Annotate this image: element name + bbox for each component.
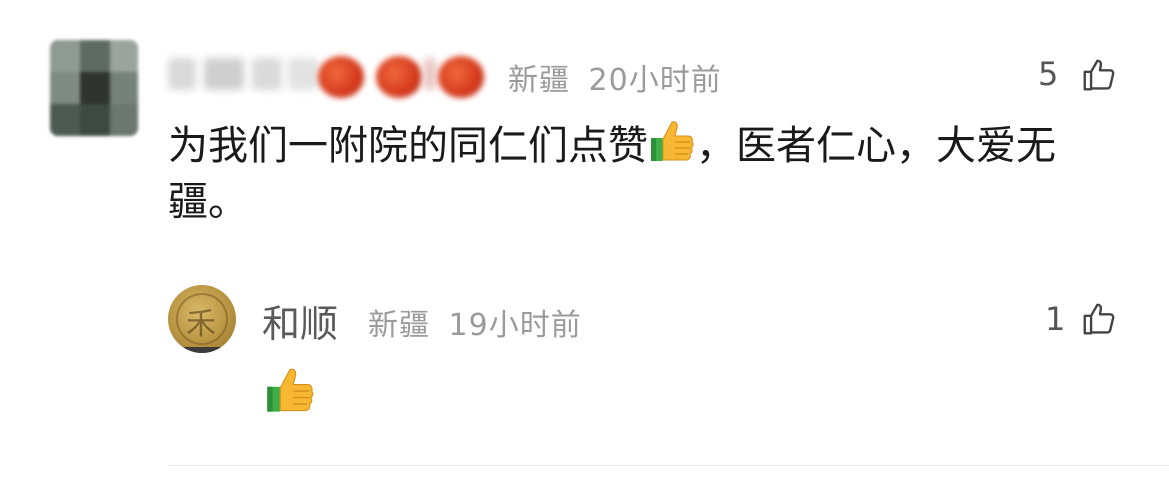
commenter-avatar[interactable] <box>50 40 138 136</box>
comment-body: 为我们一附院的同仁们点赞 ，医者仁心，大爱无疆。 <box>168 117 1108 230</box>
reply-location: 新疆 <box>368 308 430 343</box>
reply-author-name[interactable]: 和顺 <box>262 293 338 348</box>
comment-divider <box>168 465 1169 466</box>
like-icon[interactable] <box>1080 56 1118 94</box>
coin-emblem-icon: 禾 <box>186 307 216 342</box>
reply-avatar[interactable]: 禾 <box>168 285 236 353</box>
comment-location: 新疆 <box>508 63 570 98</box>
comment-text-part1: 为我们一附院的同仁们点赞 <box>168 123 648 169</box>
comment-thread: 新疆 20小时前 5 为我们一附院的同仁们点赞 ，医者仁心，大爱无疆。 禾 和顺… <box>0 0 1169 499</box>
tomato-icon <box>438 56 484 98</box>
reply-time: 19小时前 <box>448 308 582 343</box>
tomato-icon <box>376 56 422 98</box>
commenter-name-blurred[interactable] <box>168 52 498 100</box>
comment-like-count: 5 <box>1038 55 1059 93</box>
reply-like-count: 1 <box>1045 300 1066 338</box>
tomato-icon <box>318 56 364 98</box>
like-icon[interactable] <box>1080 300 1118 338</box>
comment-time: 20小时前 <box>588 63 722 98</box>
thumbs-up-emoji-icon <box>651 121 694 161</box>
reply-meta: 新疆 19小时前 <box>368 300 582 344</box>
comment-meta: 新疆 20小时前 <box>508 55 722 99</box>
thumbs-up-emoji-icon <box>267 368 314 412</box>
